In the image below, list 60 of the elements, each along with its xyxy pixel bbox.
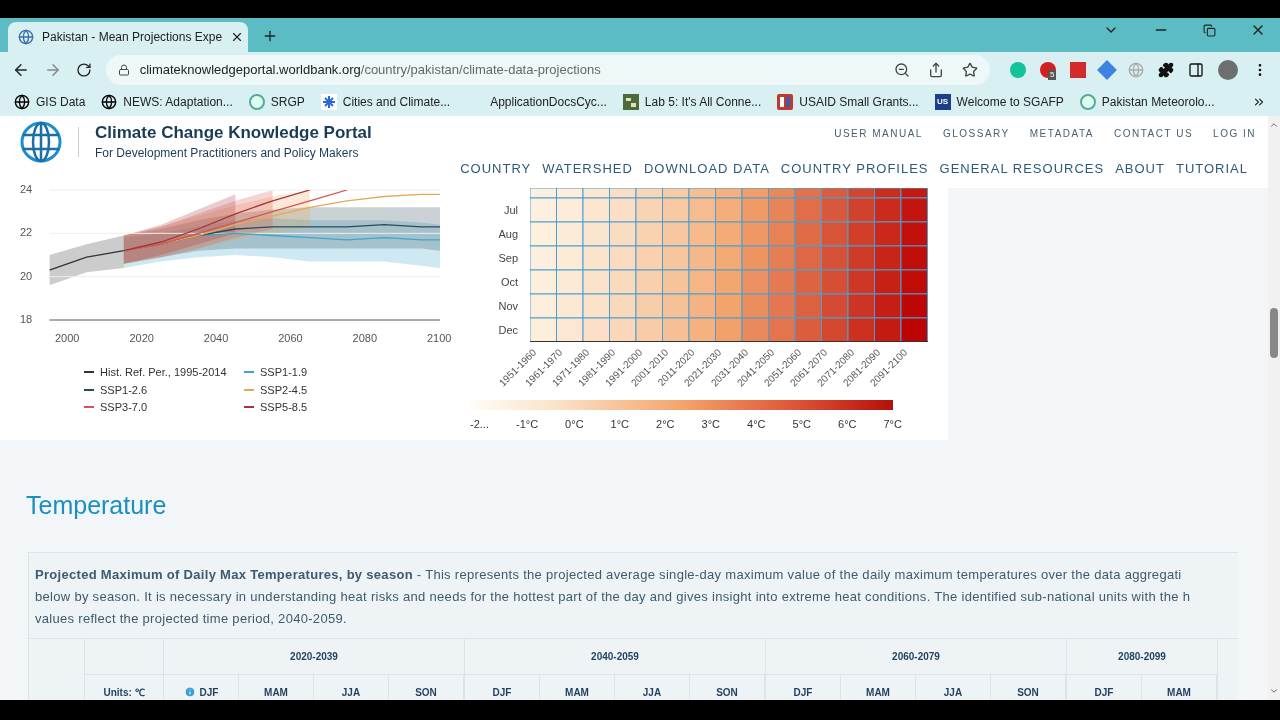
x-tick-label: 2100 (427, 333, 452, 344)
month-label: Nov (500, 298, 519, 314)
y-tick-label: 22 (20, 227, 33, 239)
x-tick-label: 2020 (129, 333, 154, 344)
scale-label: 2°C (656, 417, 675, 432)
description-line: Projected Maximum of Daily Max Temperatures, by season - This represents the projected average single-day maximum value of the daily maximum temperatures over the data aggregati (35, 566, 1183, 584)
season-header: DJF (793, 685, 813, 700)
y-tick-label: 20 (20, 270, 33, 282)
scale-label: -2... (470, 417, 489, 432)
scale-label: 1°C (610, 417, 630, 432)
scale-label: 3°C (701, 417, 721, 432)
x-tick-label: 2000 (55, 333, 80, 344)
season-header: JJA (642, 685, 662, 700)
tab-title: Pakistan - Mean Projections Expe (42, 29, 223, 46)
us-icon: US (934, 94, 951, 110)
month-label: Oct (500, 274, 519, 290)
month-label: Aug (500, 226, 519, 242)
season-header: SON (415, 685, 437, 700)
period-header: 2040-2059 (465, 639, 765, 675)
season-header: MAM (1167, 685, 1191, 700)
scale-label: 0°C (565, 417, 584, 432)
legend-label: SSP3-7.0 (100, 400, 148, 415)
season-header: MAM (866, 685, 890, 700)
x-tick-label: 2060 (278, 333, 303, 344)
month-label: Sep (500, 250, 519, 266)
legend-label: SSP5-8.5 (260, 400, 308, 415)
season-header: DJF (492, 685, 512, 700)
scale-label: 6°C (838, 417, 857, 432)
season-header: SON (716, 685, 738, 700)
scale-label: 5°C (792, 417, 811, 432)
legend-label: SSP1-1.9 (260, 365, 308, 380)
y-tick-label: 18 (20, 314, 33, 325)
extension-badge: 5 (1048, 70, 1057, 80)
x-tick-label: 2040 (203, 333, 229, 344)
season-header: MAM (264, 685, 288, 700)
month-label: Jul (502, 202, 519, 218)
url-text: climateknowledgeportal.worldbank.org/country/pakistan/climate-data-projections (139, 61, 602, 80)
season-header: JJA (341, 685, 361, 700)
section-heading: Temperature (26, 490, 168, 520)
legend-label: SSP2-4.5 (260, 382, 308, 398)
y-tick-label: 24 (20, 184, 33, 195)
legend-label: Hist. Ref. Per., 1995-2014 (100, 365, 227, 380)
season-header: JJA (943, 685, 963, 700)
legend-label: SSP1-2.6 (100, 382, 148, 398)
period-header: 2060-2079 (766, 639, 1066, 675)
description-line: below by season. It is necessary in understanding heat risks and needs for the hottest part of the day and gives insight into extreme heat conditions. The identified sub-national units with the h (35, 588, 1192, 606)
units-label: Units: ℃ (102, 685, 146, 700)
season-header: MAM (565, 685, 589, 700)
season-header: DJF (199, 685, 219, 700)
description-line: values reflect the projected time period, 2040-2059. (35, 610, 348, 628)
site-subtitle: For Development Practitioners and Policy Makers (95, 145, 360, 162)
season-header: SON (1017, 685, 1039, 700)
scale-label: 7°C (883, 417, 902, 432)
x-tick-label: 2080 (352, 333, 378, 344)
scale-label: 4°C (747, 417, 766, 432)
scale-label: -1°C (515, 417, 539, 432)
period-header: 2080-2099 (1067, 639, 1217, 675)
season-header: DJF (1094, 685, 1114, 700)
period-header: 2020-2039 (164, 639, 464, 675)
month-label: Dec (500, 322, 519, 338)
